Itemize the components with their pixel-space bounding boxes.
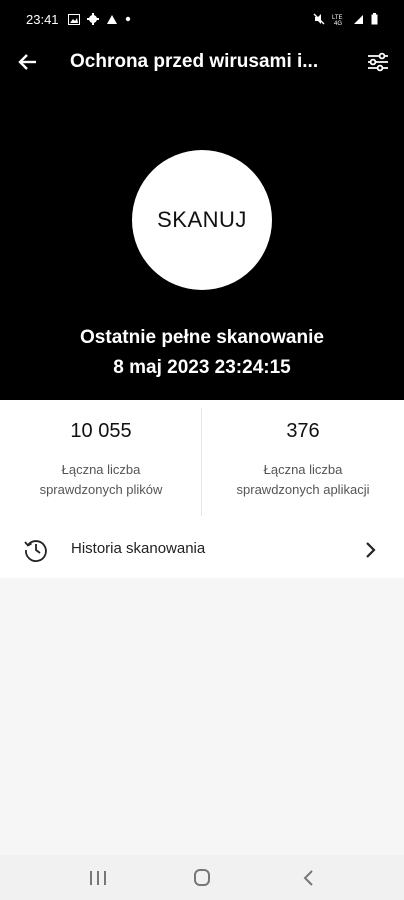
image-icon: [68, 13, 80, 25]
scan-button[interactable]: SKANUJ: [132, 150, 272, 290]
status-right-icons: LTE 4G: [313, 13, 378, 25]
apps-checked-label: Łączna liczba sprawdzonych aplikacji: [202, 460, 404, 500]
system-nav-bar: [0, 855, 404, 900]
app-bar: Ochrona przed wirusami i...: [0, 40, 404, 84]
files-checked-label: Łączna liczba sprawdzonych plików: [0, 460, 202, 500]
scan-history-label: Historia skanowania: [71, 540, 206, 557]
scan-stats: 10 055 Łączna liczba sprawdzonych plików…: [0, 400, 404, 522]
gear-icon: [87, 13, 99, 25]
sliders-icon[interactable]: [364, 48, 392, 76]
signal-icon: [354, 14, 363, 24]
chevron-right-icon: [366, 542, 376, 558]
triangle-icon: [107, 14, 117, 24]
apps-checked-label-line1: Łączna liczba: [263, 462, 343, 477]
back-arrow-icon[interactable]: [14, 48, 42, 76]
scan-hero-panel: SKANUJ Ostatnie pełne skanowanie 8 maj 2…: [0, 84, 404, 400]
clock-history-icon: [24, 540, 47, 562]
status-left-icons: [68, 13, 131, 25]
lte-icon: LTE 4G: [332, 15, 343, 25]
status-bar: 23:41 LTE 4G: [0, 0, 404, 40]
apps-checked-stat: 376 Łączna liczba sprawdzonych aplikacji: [202, 400, 404, 522]
status-time: 23:41: [26, 12, 59, 27]
dot-icon: [125, 16, 131, 22]
files-checked-label-line1: Łączna liczba: [61, 462, 141, 477]
nav-back-icon[interactable]: [288, 863, 328, 893]
scan-history-row[interactable]: Historia skanowania: [0, 522, 404, 578]
battery-icon: [371, 13, 378, 25]
recent-apps-icon[interactable]: [78, 863, 118, 893]
files-checked-stat: 10 055 Łączna liczba sprawdzonych plików: [0, 400, 202, 522]
files-checked-label-line2: sprawdzonych plików: [39, 482, 163, 497]
home-icon[interactable]: [182, 863, 222, 893]
last-scan-datetime: 8 maj 2023 23:24:15: [113, 357, 291, 378]
svg-text:4G: 4G: [334, 21, 342, 25]
last-scan-label: Ostatnie pełne skanowanie: [80, 327, 324, 348]
apps-checked-label-line2: sprawdzonych aplikacji: [236, 482, 370, 497]
apps-checked-count: 376: [286, 420, 320, 442]
page-title: Ochrona przed wirusami i...: [70, 51, 319, 72]
mute-icon: [313, 13, 325, 25]
files-checked-count: 10 055: [70, 420, 132, 442]
